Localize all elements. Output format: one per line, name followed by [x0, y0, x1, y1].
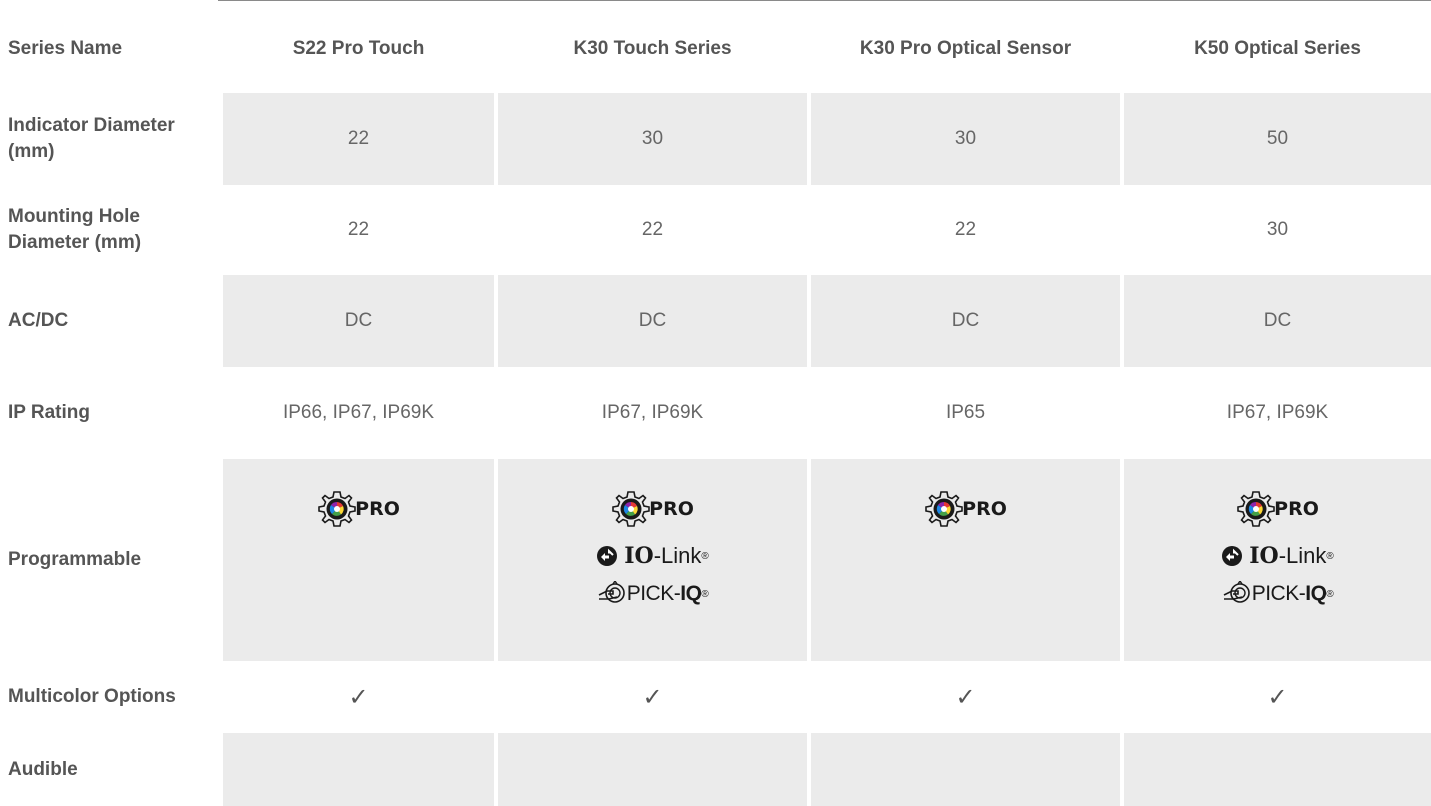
- table-cell: IP67, IP69K: [601, 402, 704, 423]
- pro-label: PRO: [1274, 498, 1319, 520]
- row-label: Multicolor Options: [8, 686, 176, 707]
- table-cell: PRO IO -Link ® PICK- IQ ®: [498, 459, 807, 661]
- gear-color-wheel-icon: [612, 491, 650, 527]
- checkmark-icon: ✓: [642, 683, 663, 711]
- row-audible: Audible: [0, 733, 1431, 806]
- table-cell: PRO: [811, 459, 1120, 661]
- table-cell: DC: [1124, 275, 1431, 367]
- row-label: Mounting Hole Diameter (mm): [8, 206, 142, 253]
- table-cell: PRO: [223, 459, 494, 661]
- pro-label: PRO: [962, 498, 1007, 520]
- table-cell: 22: [954, 219, 977, 240]
- pro-logo: PRO: [924, 489, 1007, 529]
- row-mounting-hole-diameter: Mounting Hole Diameter (mm) 22 22 22 30: [0, 185, 1431, 275]
- gear-color-wheel-icon: [1237, 491, 1275, 527]
- pro-logo: PRO: [317, 489, 400, 529]
- pick-iq-iq-text: IQ: [1305, 582, 1327, 605]
- io-link-io-text: IO: [624, 543, 654, 569]
- pick-iq-pick-text: PICK-: [626, 582, 681, 605]
- column-header-k30-pro-optical-sensor: K30 Pro Optical Sensor: [859, 38, 1072, 59]
- table-cell: 30: [1266, 219, 1289, 240]
- table-cell: DC: [223, 275, 494, 367]
- row-label: Audible: [8, 758, 78, 780]
- gear-color-wheel-icon: [318, 491, 356, 527]
- pro-label: PRO: [355, 498, 400, 520]
- table-cell: PRO IO -Link ® PICK- IQ ®: [1124, 459, 1431, 661]
- row-multicolor-options: Multicolor Options ✓ ✓ ✓ ✓: [0, 661, 1431, 733]
- pick-iq-pick-text: PICK-: [1251, 582, 1306, 605]
- registered-mark: ®: [701, 550, 709, 562]
- pro-logo: PRO: [611, 489, 694, 529]
- table-cell: IP67, IP69K: [1226, 402, 1329, 423]
- pick-iq-logo: PICK- IQ ®: [597, 579, 709, 609]
- table-cell: 22: [641, 219, 664, 240]
- checkmark-icon: ✓: [348, 683, 369, 711]
- row-indicator-diameter: Indicator Diameter (mm) 22 30 30 50: [0, 93, 1431, 185]
- checkmark-icon: ✓: [1267, 683, 1288, 711]
- pro-logo: PRO: [1236, 489, 1319, 529]
- pick-iq-hand-icon: [1223, 581, 1250, 603]
- row-programmable: Programmable PRO PRO IO -Link ® PICK- IQ…: [0, 459, 1431, 661]
- table-cell: 22: [223, 93, 494, 185]
- pro-label: PRO: [649, 498, 694, 520]
- pick-iq-logo: PICK- IQ ®: [1222, 579, 1334, 609]
- registered-mark: ®: [1326, 550, 1334, 562]
- table-cell: 50: [1124, 93, 1431, 185]
- io-link-link-text: -Link: [1278, 543, 1327, 568]
- table-cell: DC: [498, 275, 807, 367]
- row-label: Programmable: [8, 549, 142, 570]
- column-header-k30-touch-series: K30 Touch Series: [573, 38, 732, 59]
- row-ac-dc: AC/DC DC DC DC DC: [0, 275, 1431, 367]
- registered-mark: ®: [1326, 588, 1334, 600]
- pick-iq-iq-text: IQ: [680, 582, 702, 605]
- table-cell: 30: [811, 93, 1120, 185]
- io-link-logo: IO -Link ®: [1221, 541, 1334, 571]
- io-link-io-text: IO: [1249, 543, 1279, 569]
- table-cell: IP66, IP67, IP69K: [282, 402, 435, 423]
- table-cell: [1124, 733, 1431, 806]
- row-label: IP Rating: [8, 402, 90, 423]
- header-row: Series Name S22 Pro Touch K30 Touch Seri…: [0, 0, 1431, 98]
- row-ip-rating: IP Rating IP66, IP67, IP69K IP67, IP69K …: [0, 367, 1431, 459]
- table-cell: [811, 733, 1120, 806]
- io-link-icon: [1222, 546, 1243, 566]
- io-link-link-text: -Link: [653, 543, 702, 568]
- gear-color-wheel-icon: [925, 491, 963, 527]
- row-label-series-name: Series Name: [8, 38, 123, 59]
- column-header-k50-optical-series: K50 Optical Series: [1194, 38, 1361, 59]
- registered-mark: ®: [701, 588, 709, 600]
- column-header-s22-pro-touch: S22 Pro Touch: [292, 38, 425, 59]
- table-cell: [498, 733, 807, 806]
- table-cell: [223, 733, 494, 806]
- table-cell: 22: [347, 219, 370, 240]
- table-cell: DC: [811, 275, 1120, 367]
- pick-iq-hand-icon: [598, 581, 625, 603]
- table-cell: 30: [498, 93, 807, 185]
- row-label: AC/DC: [8, 310, 69, 331]
- io-link-icon: [597, 546, 618, 566]
- table-cell: IP65: [945, 402, 986, 423]
- io-link-logo: IO -Link ®: [596, 541, 709, 571]
- row-label: Indicator Diameter (mm): [8, 115, 175, 162]
- checkmark-icon: ✓: [955, 683, 976, 711]
